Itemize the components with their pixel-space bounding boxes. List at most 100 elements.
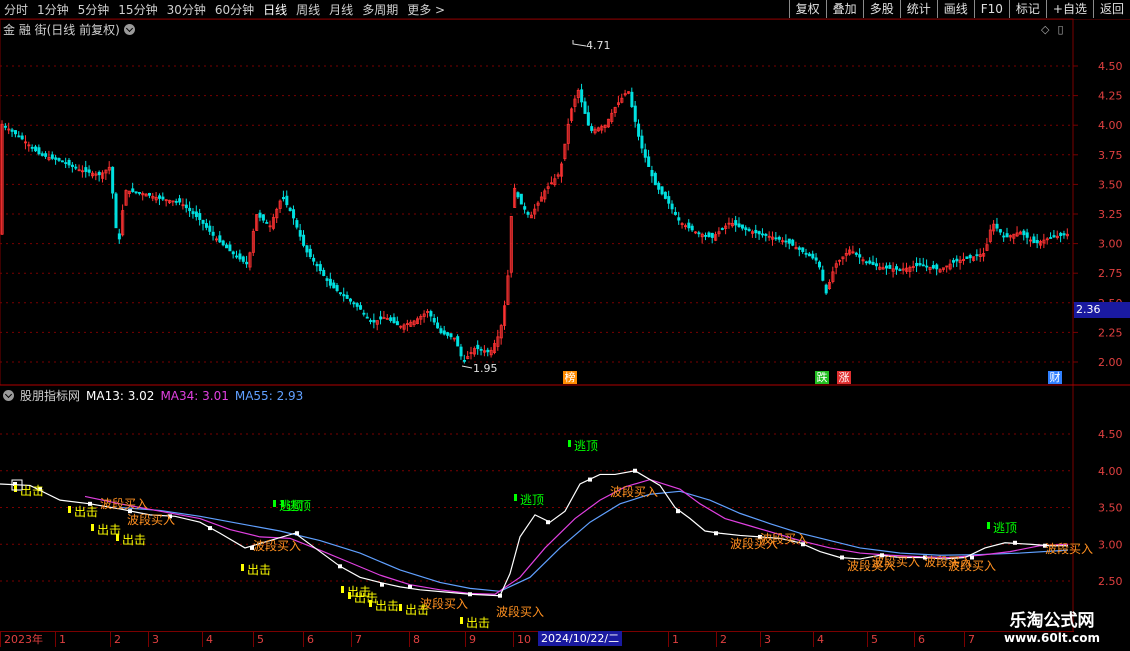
strike-signal-pin: [348, 592, 351, 599]
price-tick-label: 3.00: [1098, 238, 1123, 251]
candle-body: [111, 166, 115, 194]
candle-body: [67, 159, 71, 166]
event-tag-label: 财: [1049, 371, 1061, 384]
candle-body: [178, 198, 182, 203]
ma13-value: 3.02: [127, 388, 155, 403]
candle-body: [446, 332, 450, 336]
ind-tick-label: 2.50: [1098, 575, 1123, 588]
candle-body: [302, 234, 306, 246]
escape-top-signal-pin: [514, 494, 517, 501]
strike-signal-pin: [369, 600, 372, 607]
ma13-marker: [676, 509, 680, 514]
panel-icon[interactable]: ▯: [1057, 23, 1063, 36]
event-tag-bang[interactable]: 榜: [563, 371, 577, 384]
wave-buy-signal: 波段买入: [760, 531, 808, 546]
candle-body: [292, 209, 296, 219]
event-tag-label: 跌: [816, 371, 828, 384]
event-tag-die[interactable]: 跌: [815, 371, 829, 384]
candle-body: [355, 303, 359, 307]
high-marker: [572, 40, 587, 47]
chevron-down-icon[interactable]: [3, 390, 14, 401]
event-tag-zhang[interactable]: 涨: [837, 371, 851, 384]
ma13-marker: [588, 477, 592, 482]
strike-signal-pin: [241, 564, 244, 571]
event-tag-label: 涨: [838, 371, 850, 384]
watermark-title: 乐淘公式网: [1009, 611, 1095, 631]
date-tick: 2: [716, 632, 727, 647]
candle-body: [637, 123, 641, 137]
candle-body: [218, 235, 222, 243]
date-tick: 3: [760, 632, 771, 647]
candle-body: [308, 248, 312, 258]
candle-body: [804, 252, 808, 255]
date-tick: 4: [813, 632, 824, 647]
candle-body: [54, 157, 58, 160]
candle-body: [774, 237, 778, 240]
candle-body: [30, 146, 34, 149]
candle-body: [640, 135, 644, 149]
candle-body: [439, 328, 443, 334]
candle-body: [365, 316, 369, 319]
candle-body: [342, 294, 346, 297]
watermark-url: www.60lt.com: [1003, 631, 1101, 645]
candle-body: [526, 212, 530, 215]
ma13-readout: MA13: 3.02: [86, 389, 154, 403]
candle-body: [288, 207, 292, 212]
candle-body: [432, 318, 436, 323]
candle-body: [814, 257, 818, 261]
candle-body: [238, 253, 242, 260]
date-tick: 7: [964, 632, 975, 647]
ma34-value: 3.01: [202, 388, 229, 403]
ma13-marker: [633, 468, 637, 473]
candle-body: [231, 251, 235, 255]
ma13-marker: [380, 582, 384, 587]
event-tag-cai[interactable]: 财: [1048, 371, 1062, 384]
candle-body: [519, 193, 523, 205]
candle-body: [921, 264, 925, 267]
candle-body: [975, 254, 979, 257]
candle-body: [797, 247, 801, 250]
candle-body: [704, 234, 708, 237]
strike-signal-pin: [68, 506, 71, 513]
candle-body: [20, 135, 24, 140]
candle-body: [479, 348, 483, 351]
strike-signal: 出击: [122, 533, 146, 547]
escape-top-signal: 逃顶: [520, 493, 544, 507]
candle-body: [84, 167, 88, 172]
date-tick: 5: [867, 632, 878, 647]
chart-canvas[interactable]: 4.50 4.25 4.00 3.75 3.50 3.25 3.00 2.75 2.50 2.25…: [0, 0, 1130, 650]
candle-body: [633, 105, 637, 122]
price-tick-label: 4.25: [1098, 90, 1123, 103]
ma13-marker: [1013, 540, 1017, 545]
candle-body: [221, 240, 225, 246]
ma34-label: MA34:: [160, 388, 199, 403]
price-tick-label: 3.50: [1098, 178, 1123, 191]
candle-body: [744, 227, 748, 231]
candle-body: [697, 232, 701, 235]
candle-body: [874, 263, 878, 267]
candle-body: [117, 233, 121, 240]
candle-body: [1025, 232, 1029, 238]
ind-tick-label: 4.00: [1098, 465, 1123, 478]
candle-body: [931, 265, 935, 269]
main-chart-title[interactable]: 金 融 街(日线 前复权): [3, 21, 135, 38]
stock-title: 金 融 街(日线 前复权): [3, 23, 120, 37]
low-marker: [461, 365, 473, 369]
indicator-name[interactable]: 股朋指标网: [20, 387, 80, 404]
candle-body: [225, 244, 229, 249]
candle-body: [1035, 240, 1039, 244]
diamond-icon[interactable]: ◇: [1041, 23, 1049, 36]
ma34-line: [84, 478, 1069, 595]
candle-body: [359, 305, 363, 310]
candle-body: [285, 195, 289, 206]
ma13-marker: [468, 592, 472, 597]
candle-body: [392, 317, 396, 324]
candle-body: [114, 193, 118, 229]
candle-body: [338, 292, 342, 295]
candle-body: [898, 269, 902, 271]
candle-body: [17, 135, 21, 138]
date-axis: 2023年 1 2 3 4 5 6 7 8 9 10 1 2 3 4 5 6 7: [0, 631, 1074, 651]
candle-body: [315, 263, 319, 267]
date-tick: 10: [513, 632, 531, 647]
chevron-down-icon[interactable]: [123, 24, 135, 35]
